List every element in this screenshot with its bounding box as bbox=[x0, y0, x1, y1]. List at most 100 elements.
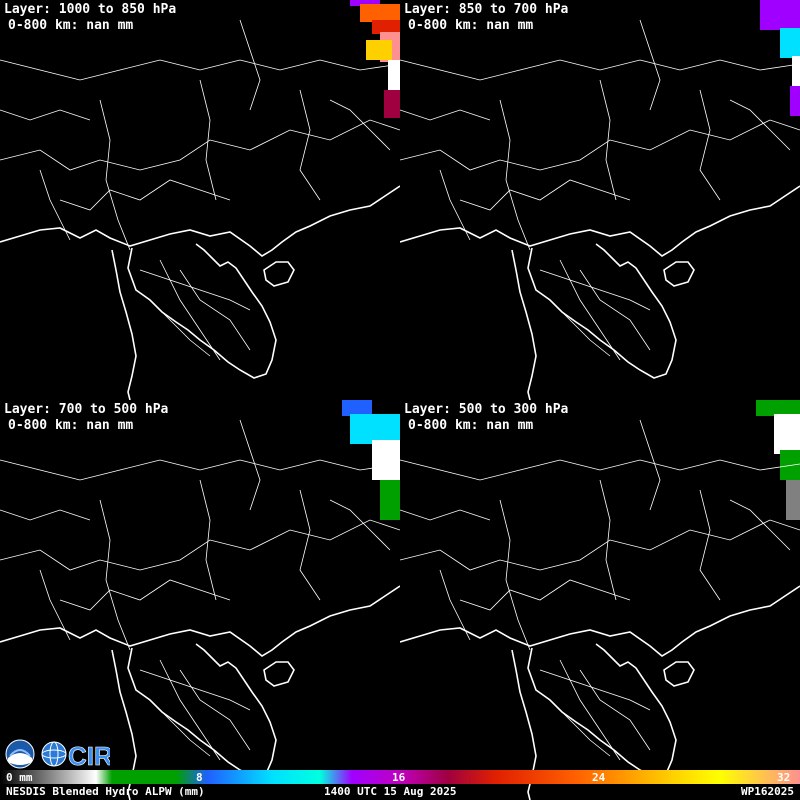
colorbar-tick: 32 bbox=[777, 771, 791, 784]
border-line bbox=[400, 119, 800, 171]
border-line bbox=[59, 579, 231, 611]
border-line bbox=[599, 479, 617, 601]
alpw-swath bbox=[756, 400, 800, 416]
coastline bbox=[663, 261, 695, 287]
border-line bbox=[179, 669, 251, 751]
coastline bbox=[527, 643, 677, 779]
border-line bbox=[400, 509, 491, 521]
border-line bbox=[0, 519, 400, 571]
alpw-swath bbox=[350, 414, 400, 444]
border-line bbox=[699, 489, 721, 601]
colorbar-tick: 0 mm bbox=[6, 771, 33, 784]
border-line bbox=[0, 509, 91, 521]
alpw-swath bbox=[780, 450, 800, 480]
panel-title: Layer: 850 to 700 hPa bbox=[404, 2, 569, 17]
colorbar-ticks: 0 mm 8 16 24 32 bbox=[0, 771, 800, 784]
border-line bbox=[579, 669, 651, 751]
colorbar-tick: 8 bbox=[196, 771, 203, 784]
border-line bbox=[400, 519, 800, 571]
border-line bbox=[0, 109, 91, 121]
map-layer bbox=[400, 400, 800, 800]
border-line bbox=[579, 269, 651, 351]
border-line bbox=[139, 669, 251, 711]
border-line bbox=[159, 259, 221, 361]
border-line bbox=[299, 89, 321, 201]
alpw-swath bbox=[774, 414, 800, 454]
border-line bbox=[0, 119, 400, 171]
panel-stat: 0-800 km: nan mm bbox=[408, 18, 534, 33]
product-label: NESDIS Blended Hydro ALPW (mm) bbox=[6, 785, 205, 798]
border-line bbox=[499, 499, 531, 651]
svg-text:CIRA: CIRA bbox=[68, 741, 110, 770]
border-line bbox=[539, 269, 651, 311]
coastline bbox=[0, 185, 400, 257]
border-line bbox=[299, 489, 321, 601]
alpw-swath bbox=[760, 0, 800, 30]
border-line bbox=[639, 19, 661, 111]
storm-id: WP162025 bbox=[741, 785, 794, 798]
border-line bbox=[59, 179, 231, 211]
coastline bbox=[400, 585, 800, 657]
valid-time: 1400 UTC 15 Aug 2025 bbox=[324, 785, 457, 798]
panel-stat: 0-800 km: nan mm bbox=[8, 418, 134, 433]
alpw-swath bbox=[380, 480, 400, 520]
border-line bbox=[400, 59, 800, 81]
panel-stat: 0-800 km: nan mm bbox=[8, 18, 134, 33]
coastline bbox=[511, 249, 537, 400]
coastline bbox=[663, 661, 695, 687]
panel-stat: 0-800 km: nan mm bbox=[408, 418, 534, 433]
alpw-swath bbox=[366, 40, 392, 60]
border-line bbox=[559, 259, 621, 361]
alpw-swath bbox=[786, 480, 800, 520]
nesdis-globe-icon bbox=[41, 741, 67, 767]
panel-1000-850: Layer: 1000 to 850 hPa 0-800 km: nan mm bbox=[0, 0, 400, 400]
map-layer bbox=[400, 0, 800, 400]
coastline bbox=[127, 243, 277, 379]
noaa-logo-icon bbox=[5, 739, 35, 769]
panel-title: Layer: 700 to 500 hPa bbox=[4, 402, 169, 417]
border-line bbox=[0, 59, 400, 81]
alpw-swath bbox=[372, 440, 400, 480]
alpw-swath bbox=[372, 20, 400, 34]
border-line bbox=[139, 269, 251, 311]
border-line bbox=[639, 419, 661, 511]
border-line bbox=[199, 79, 217, 201]
panel-title: Layer: 1000 to 850 hPa bbox=[4, 2, 177, 17]
border-line bbox=[459, 579, 631, 611]
border-line bbox=[400, 109, 491, 121]
alpw-swath bbox=[384, 90, 400, 118]
border-line bbox=[99, 499, 131, 651]
alpw-swath bbox=[790, 86, 800, 116]
border-line bbox=[559, 659, 621, 761]
coastline bbox=[127, 643, 277, 779]
map-layer bbox=[0, 0, 400, 400]
border-line bbox=[699, 89, 721, 201]
border-line bbox=[239, 19, 261, 111]
border-line bbox=[499, 99, 531, 251]
border-line bbox=[0, 459, 400, 481]
coastline bbox=[111, 249, 137, 400]
coastline bbox=[263, 661, 295, 687]
border-line bbox=[179, 269, 251, 351]
coastline bbox=[263, 261, 295, 287]
border-line bbox=[539, 669, 651, 711]
border-line bbox=[400, 459, 800, 481]
coastline bbox=[527, 243, 677, 379]
colorbar-tick: 16 bbox=[392, 771, 406, 784]
coastline bbox=[400, 185, 800, 257]
logos: CIRA bbox=[4, 738, 132, 772]
border-line bbox=[239, 419, 261, 511]
alpw-swath bbox=[342, 400, 372, 416]
alpw-swath bbox=[360, 4, 400, 22]
panel-title: Layer: 500 to 300 hPa bbox=[404, 402, 569, 417]
alpw-swath bbox=[780, 28, 800, 58]
border-line bbox=[159, 659, 221, 761]
border-line bbox=[99, 99, 131, 251]
colorbar-tick: 24 bbox=[592, 771, 606, 784]
border-line bbox=[459, 179, 631, 211]
border-line bbox=[599, 79, 617, 201]
panel-500-300: Layer: 500 to 300 hPa 0-800 km: nan mm bbox=[400, 400, 800, 800]
footer: NESDIS Blended Hydro ALPW (mm) 1400 UTC … bbox=[0, 784, 800, 800]
border-line bbox=[199, 479, 217, 601]
cira-logo-icon: CIRA bbox=[68, 741, 132, 772]
